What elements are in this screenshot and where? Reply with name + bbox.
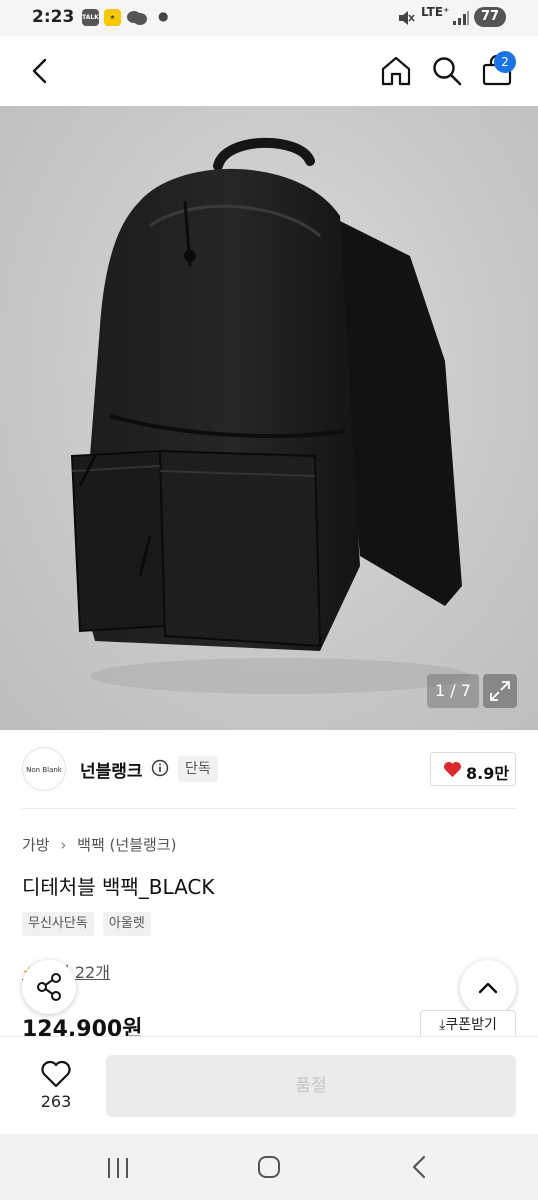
search-icon[interactable]	[430, 54, 464, 88]
home-nav-icon[interactable]	[256, 1154, 282, 1180]
share-button[interactable]	[22, 960, 76, 1014]
mute-icon	[399, 11, 415, 25]
exclusive-tag: 단독	[178, 756, 218, 782]
back-icon[interactable]	[24, 54, 56, 88]
brand-name[interactable]: 넌블랭크	[80, 757, 143, 782]
talk-notification-icon: TALK	[82, 9, 99, 26]
tag-exclusive: 무신사단독	[22, 912, 94, 936]
product-title: 디테처블 백팩_BLACK	[22, 875, 215, 899]
scroll-to-top-button[interactable]	[460, 960, 516, 1016]
app-header	[0, 36, 538, 106]
product-tags: 무신사단독 아울렛	[22, 912, 155, 936]
tag-outlet: 아울렛	[102, 912, 151, 936]
brand-logo[interactable]: Non Blank	[22, 747, 66, 791]
wishlist-count: 263	[40, 1092, 72, 1111]
brand-like-count: 8.9만	[466, 764, 510, 783]
breadcrumb-subcategory[interactable]: 백팩 (넌블랭크)	[77, 836, 176, 854]
breadcrumb: 가방 › 백팩 (넌블랭크)	[22, 834, 176, 855]
divider	[22, 808, 516, 809]
signal-icon	[453, 11, 469, 25]
status-bar: 2:23 TALK ★ ● LTE⁺ 77	[0, 0, 538, 36]
system-navigation-bar	[0, 1134, 538, 1200]
back-nav-icon[interactable]	[406, 1154, 432, 1180]
brand-like-button[interactable]: 8.9만	[430, 752, 516, 786]
home-icon[interactable]	[379, 54, 413, 88]
chat-notification-icon	[127, 11, 147, 25]
status-time: 2:23	[32, 7, 75, 27]
breadcrumb-category[interactable]: 가방	[22, 836, 50, 854]
wishlist-heart-icon[interactable]	[40, 1059, 72, 1089]
image-page-counter: 1 / 7	[427, 674, 479, 708]
info-icon[interactable]	[151, 759, 169, 777]
backpack-product-image	[70, 137, 470, 694]
recent-apps-icon[interactable]	[104, 1156, 132, 1180]
bottom-action-bar: 263 품절	[0, 1036, 538, 1134]
coupon-label: 쿠폰받기	[445, 1017, 497, 1033]
heart-icon	[444, 761, 461, 778]
chevron-right-icon: ›	[60, 835, 67, 854]
sold-out-button[interactable]: 품절	[106, 1055, 516, 1117]
product-image-gallery[interactable]: 1 / 7	[0, 106, 538, 730]
more-notifications-icon: ●	[158, 9, 169, 23]
cart-count-badge: 2	[494, 51, 516, 73]
share-icon	[37, 973, 61, 1001]
network-indicator: LTE⁺	[421, 5, 450, 19]
expand-icon[interactable]	[483, 674, 517, 708]
app-notification-icon: ★	[104, 9, 121, 26]
battery-icon: 77	[474, 7, 506, 27]
chevron-up-icon	[478, 982, 498, 994]
